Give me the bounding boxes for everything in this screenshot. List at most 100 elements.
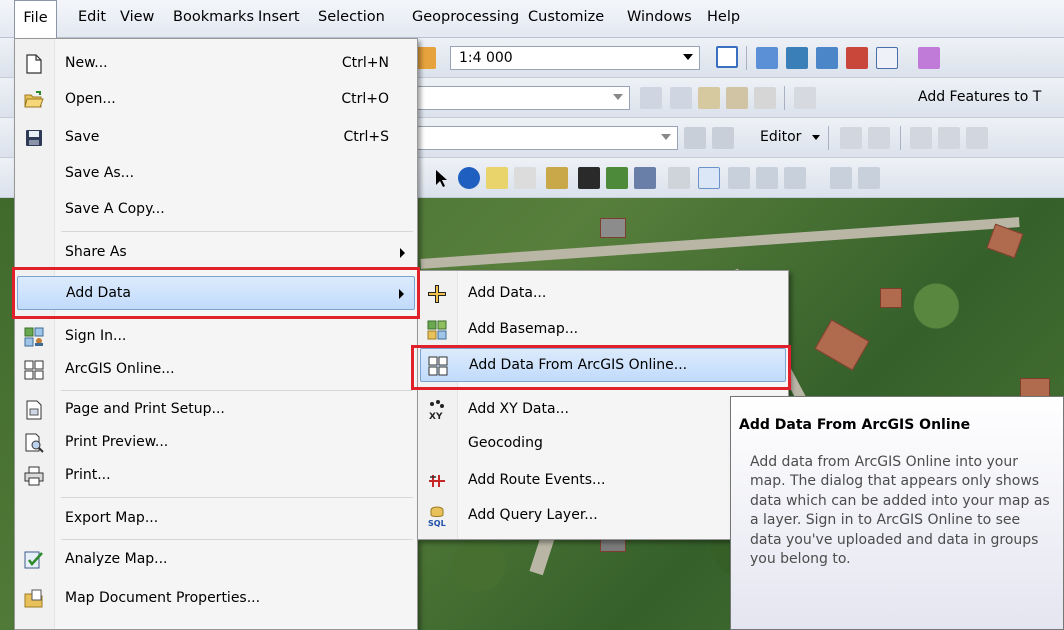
menu-item-label: Map Document Properties... xyxy=(65,590,261,606)
open-folder-icon xyxy=(23,89,45,111)
menu-item-label: Add XY Data... xyxy=(468,401,569,417)
tooltip-title: Add Data From ArcGIS Online xyxy=(739,417,971,433)
menu-item-label: Save As... xyxy=(65,165,135,181)
find-binoculars-icon[interactable] xyxy=(578,167,600,189)
grid-tool-icon[interactable] xyxy=(712,127,734,149)
menu-item-save[interactable]: Save Ctrl+S xyxy=(17,121,415,155)
tooltip-body: Add data from ArcGIS Online into your ma… xyxy=(750,454,1050,568)
trace-icon[interactable] xyxy=(938,127,960,149)
document-properties-icon xyxy=(23,588,45,610)
menu-item-add-data[interactable]: Add Data xyxy=(17,276,415,310)
edit-annotation-icon[interactable] xyxy=(868,127,890,149)
time-slider-icon[interactable] xyxy=(668,167,690,189)
construct-tool-icon[interactable] xyxy=(726,87,748,109)
edit-tool-icon[interactable] xyxy=(716,46,738,68)
construct-tool-icon[interactable] xyxy=(698,87,720,109)
model-builder-icon[interactable] xyxy=(918,47,940,69)
editor-menu-label[interactable]: Editor xyxy=(760,129,801,145)
zoom-out-icon[interactable] xyxy=(858,167,880,189)
effects-icon[interactable] xyxy=(784,167,806,189)
straight-segment-icon[interactable] xyxy=(910,127,932,149)
menu-item-print[interactable]: Print... xyxy=(17,459,415,493)
menu-item-analyze-map[interactable]: Analyze Map... xyxy=(17,543,415,577)
menu-file[interactable]: File xyxy=(14,0,57,38)
add-features-label[interactable]: Add Features to T xyxy=(918,89,1041,105)
submenu-item-add-data-from-arcgis-online[interactable]: Add Data From ArcGIS Online... xyxy=(420,348,786,382)
file-menu: New... Ctrl+N Open... Ctrl+O Save Ctrl+S… xyxy=(14,38,418,630)
menu-item-label: Sign In... xyxy=(65,328,127,344)
menu-windows[interactable]: Windows xyxy=(627,9,692,25)
menu-view[interactable]: View xyxy=(120,9,154,25)
construct-tool-icon[interactable] xyxy=(640,87,662,109)
table-icon[interactable] xyxy=(756,47,778,69)
measure-icon[interactable] xyxy=(546,167,568,189)
menu-item-export-map[interactable]: Export Map... xyxy=(17,502,415,536)
construct-tool-icon[interactable] xyxy=(670,87,692,109)
arctoolbox-icon[interactable] xyxy=(846,47,868,69)
menu-item-save-a-copy[interactable]: Save A Copy... xyxy=(17,193,415,227)
analyze-map-icon xyxy=(23,549,45,571)
chevron-down-icon[interactable] xyxy=(613,94,623,100)
sql-query-icon: SQL xyxy=(426,505,448,527)
go-to-xy-icon[interactable] xyxy=(634,167,656,189)
menu-item-print-preview[interactable]: Print Preview... xyxy=(17,426,415,460)
menu-edit[interactable]: Edit xyxy=(78,9,106,25)
polygon-icon[interactable] xyxy=(966,127,988,149)
html-popup-icon[interactable] xyxy=(514,167,536,189)
grid-tool-icon[interactable] xyxy=(684,127,706,149)
menu-separator xyxy=(61,539,413,540)
menu-item-map-document-properties[interactable]: Map Document Properties... xyxy=(17,582,415,616)
identify-icon[interactable] xyxy=(458,167,480,189)
edit-tool-icon[interactable] xyxy=(840,127,862,149)
menu-bookmarks[interactable]: Bookmarks xyxy=(173,9,254,25)
menu-item-share-as[interactable]: Share As xyxy=(17,236,415,270)
menu-item-new[interactable]: New... Ctrl+N xyxy=(17,47,415,81)
flicker-icon[interactable] xyxy=(756,167,778,189)
menubar: File Edit View Bookmarks Insert Selectio… xyxy=(0,0,1064,38)
target-layer-box[interactable] xyxy=(408,86,630,110)
menu-item-save-as[interactable]: Save As... xyxy=(17,157,415,191)
menu-insert[interactable]: Insert xyxy=(258,9,300,25)
swipe-icon[interactable] xyxy=(728,167,750,189)
search-window-icon[interactable] xyxy=(816,47,838,69)
scale-box[interactable]: 1:4 000 xyxy=(450,46,700,70)
layer-selector-box[interactable] xyxy=(408,126,678,150)
menu-item-shortcut: Ctrl+O xyxy=(341,91,389,107)
hyperlink-icon[interactable] xyxy=(486,167,508,189)
find-route-icon[interactable] xyxy=(606,167,628,189)
menu-item-label: Add Data xyxy=(66,285,131,301)
map-building xyxy=(814,319,870,371)
menu-item-arcgis-online[interactable]: ArcGIS Online... xyxy=(17,353,415,387)
viewer-window-icon[interactable] xyxy=(698,167,720,189)
add-data-plus-icon xyxy=(426,283,448,305)
menu-item-open[interactable]: Open... Ctrl+O xyxy=(17,83,415,117)
submenu-item-add-data[interactable]: Add Data... xyxy=(420,277,786,311)
arcgis-online-grid-icon xyxy=(427,355,449,377)
menu-item-label: Save A Copy... xyxy=(65,201,165,217)
menu-item-label: Export Map... xyxy=(65,510,159,526)
construct-tool-icon[interactable] xyxy=(754,87,776,109)
chevron-down-icon[interactable] xyxy=(812,135,820,140)
python-window-icon[interactable] xyxy=(876,47,898,69)
menu-item-page-print-setup[interactable]: Page and Print Setup... xyxy=(17,393,415,427)
menu-item-label: Add Query Layer... xyxy=(468,507,598,523)
toolbar-separator xyxy=(746,46,747,70)
menu-help[interactable]: Help xyxy=(707,9,740,25)
arcgis-online-grid-icon xyxy=(23,359,45,381)
menu-selection[interactable]: Selection xyxy=(318,9,385,25)
submenu-item-add-basemap[interactable]: Add Basemap... xyxy=(420,313,786,347)
toolbar-separator xyxy=(828,126,829,150)
chevron-down-icon[interactable] xyxy=(661,134,671,140)
menu-customize[interactable]: Customize xyxy=(528,9,604,25)
menu-geoprocessing[interactable]: Geoprocessing xyxy=(412,9,519,25)
chevron-down-icon[interactable] xyxy=(683,54,693,60)
select-elements-icon[interactable] xyxy=(430,167,452,189)
save-disk-icon xyxy=(23,127,45,149)
catalog-icon[interactable] xyxy=(786,47,808,69)
print-preview-icon xyxy=(23,432,45,454)
menu-item-sign-in[interactable]: Sign In... xyxy=(17,320,415,354)
menu-item-label: Add Route Events... xyxy=(468,472,606,488)
zoom-in-icon[interactable] xyxy=(830,167,852,189)
chart-tool-icon[interactable] xyxy=(794,87,816,109)
map-building xyxy=(600,218,626,238)
